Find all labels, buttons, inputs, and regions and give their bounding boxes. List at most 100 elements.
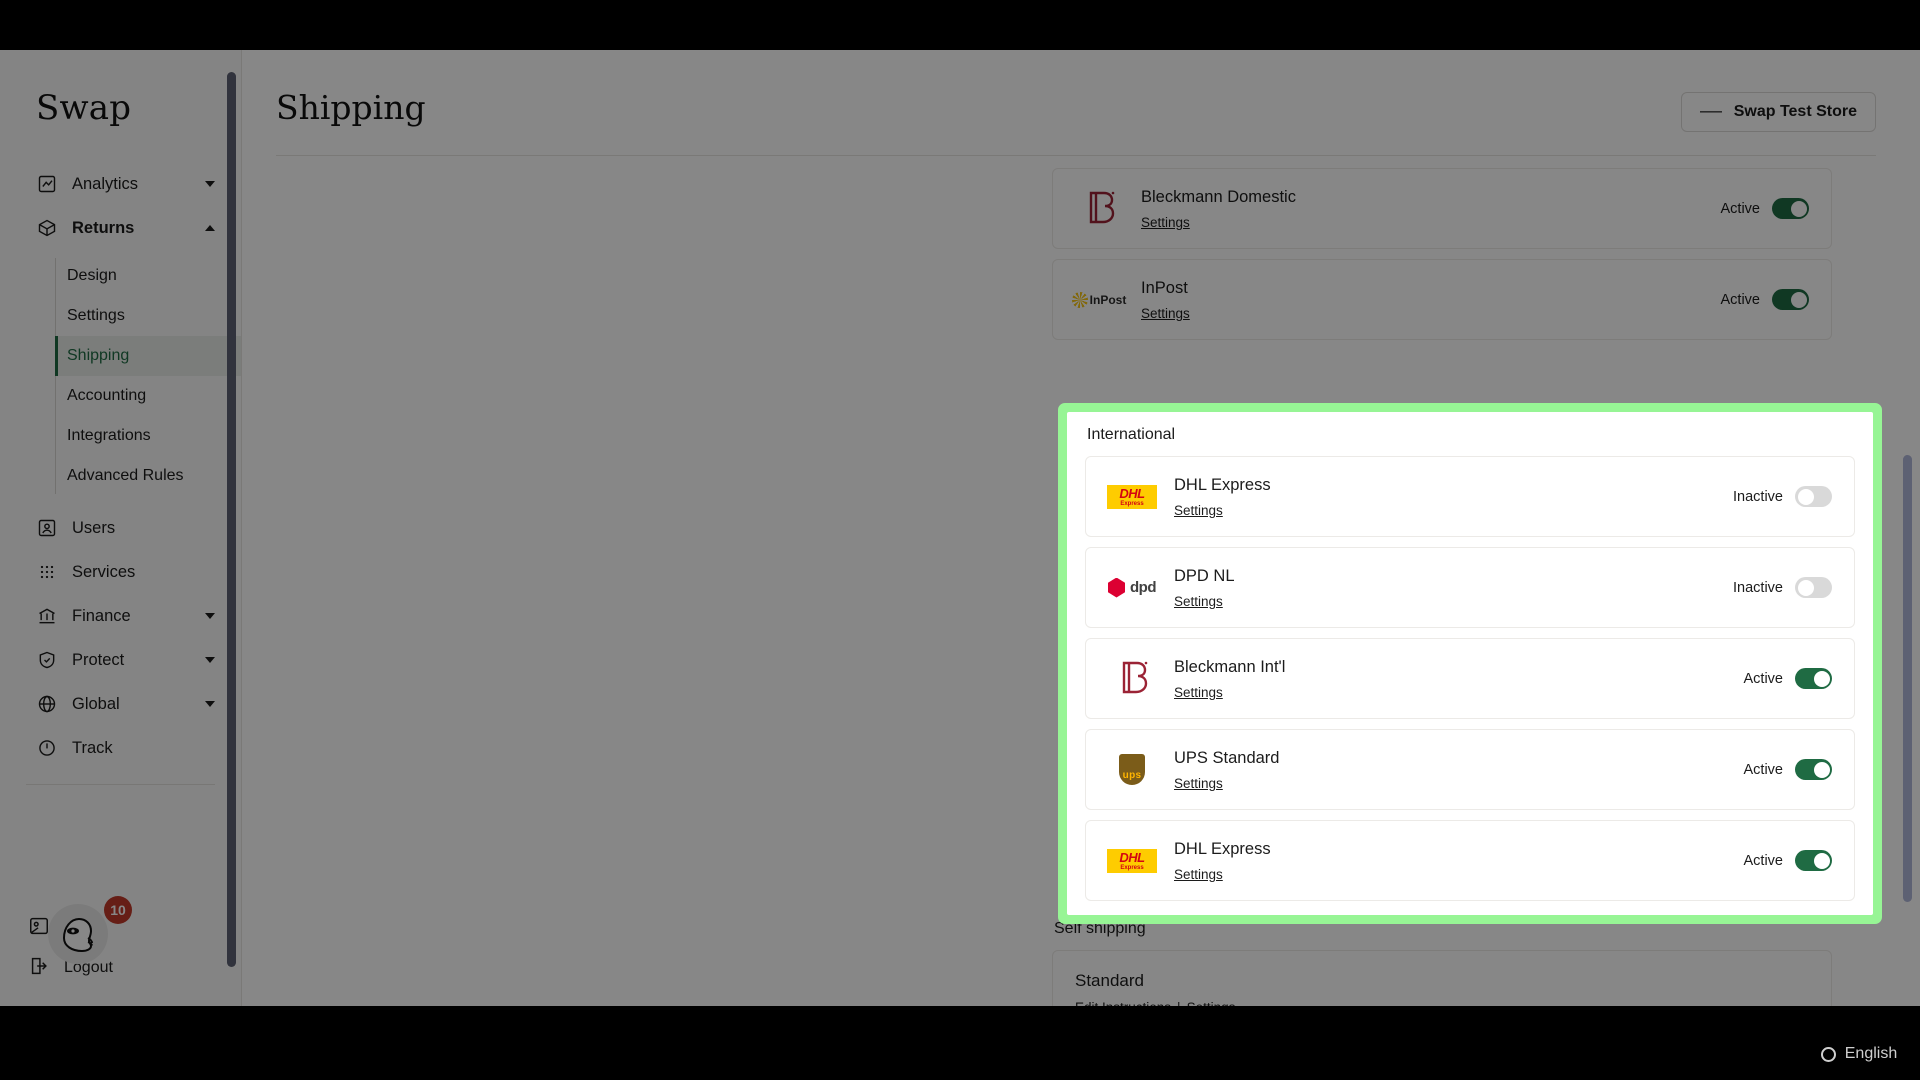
carrier-toggle[interactable] [1795, 759, 1832, 780]
sidebar-item-settings[interactable]: Settings [55, 296, 241, 336]
screenshot-icon [28, 915, 50, 942]
main-scrollbar-thumb[interactable] [1903, 455, 1912, 902]
sidebar-item-label: Protect [72, 650, 125, 669]
sidebar-item-integrations[interactable]: Integrations [55, 416, 241, 456]
shield-check-icon [36, 649, 58, 671]
carrier-toggle[interactable] [1772, 289, 1809, 310]
status-badge: Active [1720, 200, 1761, 217]
sidebar-item-track[interactable]: Track [0, 726, 241, 770]
carrier-state: Active [1744, 759, 1832, 780]
carrier-settings-link[interactable]: Settings [1174, 867, 1744, 882]
sidebar-item-global[interactable]: Global [0, 682, 241, 726]
notification-badge: 10 [104, 896, 132, 924]
carrier-toggle[interactable] [1795, 850, 1832, 871]
carrier-info: Bleckmann Int'l Settings [1164, 657, 1744, 700]
carrier-state: Inactive [1733, 486, 1832, 507]
carrier-row-dpd-nl[interactable]: dpd DPD NL Settings Inactive [1085, 547, 1855, 628]
sidebar-item-shipping[interactable]: Shipping [55, 336, 241, 376]
sidebar: Swap Analytics Returns Design Settings S… [0, 50, 242, 1006]
chevron-up-icon[interactable] [205, 225, 215, 231]
chevron-down-icon[interactable] [205, 701, 215, 707]
bank-icon [36, 605, 58, 627]
carrier-row-bleckmann-domestic[interactable]: Bleckmann Domestic Settings Active [1052, 168, 1832, 249]
carrier-state: Inactive [1733, 577, 1832, 598]
sidebar-divider [26, 784, 215, 785]
carrier-settings-link[interactable]: Settings [1174, 776, 1744, 791]
carrier-name: UPS Standard [1174, 748, 1280, 767]
language-label: English [1844, 1045, 1898, 1062]
carrier-row-ups-standard[interactable]: ups UPS Standard Settings Active [1085, 729, 1855, 810]
international-section-highlight: International DHL Express DHL Express Set… [1058, 403, 1882, 924]
self-shipping-settings-link[interactable]: Settings [1187, 1000, 1236, 1006]
sidebar-item-label: Track [72, 738, 113, 757]
edit-instructions-link[interactable]: Edit Instructions [1075, 1000, 1171, 1006]
carrier-settings-link[interactable]: Settings [1141, 215, 1721, 230]
logout-button[interactable]: Logout [0, 948, 241, 988]
logout-icon [28, 955, 50, 982]
language-widget[interactable]: English [1798, 1028, 1920, 1080]
carrier-info: DHL Express Settings [1164, 839, 1744, 882]
carrier-state: Active [1720, 198, 1809, 219]
sidebar-subitem-label: Integrations [67, 427, 151, 444]
returns-box-icon [36, 217, 58, 239]
carrier-row-inpost[interactable]: InPost InPost Settings Active [1052, 259, 1832, 340]
carrier-toggle[interactable] [1795, 668, 1832, 689]
grid-dots-icon [36, 561, 58, 583]
carrier-toggle[interactable] [1772, 198, 1809, 219]
brand-logo[interactable]: Swap [0, 50, 241, 128]
carrier-info: InPost Settings [1131, 278, 1721, 321]
carrier-toggle[interactable] [1795, 486, 1832, 507]
carrier-toggle[interactable] [1795, 577, 1832, 598]
carrier-name: DHL Express [1174, 475, 1271, 494]
chevron-down-icon[interactable] [205, 657, 215, 663]
self-shipping-links: Edit Instructions | Settings [1075, 1000, 1809, 1006]
carrier-name: Bleckmann Int'l [1174, 657, 1286, 676]
sidebar-item-analytics[interactable]: Analytics [0, 162, 241, 206]
carrier-info: UPS Standard Settings [1164, 748, 1744, 791]
sidebar-scrollbar-thumb[interactable] [227, 72, 236, 967]
ring-icon [1820, 1046, 1836, 1062]
dhl-logo: DHL Express [1100, 484, 1164, 509]
sidebar-scrollbar-track[interactable] [227, 50, 236, 1006]
sidebar-item-design[interactable]: Design [55, 256, 241, 296]
carrier-settings-link[interactable]: Settings [1141, 306, 1721, 321]
sidebar-item-finance[interactable]: Finance [0, 594, 241, 638]
track-pin-icon [36, 737, 58, 759]
carrier-name: DPD NL [1174, 566, 1235, 585]
avatar[interactable]: 10 [48, 896, 132, 964]
sidebar-nav: Analytics Returns Design Settings Shippi… [0, 162, 241, 770]
page-title: Shipping [276, 88, 426, 127]
sidebar-item-users[interactable]: Users [0, 506, 241, 550]
carrier-row-dhl-express-inactive[interactable]: DHL Express DHL Express Settings Inactive [1085, 456, 1855, 537]
store-selector-label: Swap Test Store [1733, 103, 1857, 120]
sidebar-subitem-label: Shipping [67, 347, 130, 364]
chevron-down-icon[interactable] [205, 613, 215, 619]
self-shipping-card[interactable]: Standard Edit Instructions | Settings [1052, 950, 1832, 1006]
carrier-row-bleckmann-intl[interactable]: Bleckmann Int'l Settings Active [1085, 638, 1855, 719]
carrier-state: Active [1721, 289, 1809, 310]
sidebar-item-label: Returns [72, 218, 135, 237]
sidebar-item-label: Services [72, 562, 136, 581]
carrier-settings-link[interactable]: Settings [1174, 594, 1733, 609]
sidebar-item-advanced-rules[interactable]: Advanced Rules [55, 456, 241, 496]
sidebar-item-returns[interactable]: Returns [0, 206, 241, 250]
carrier-row-dhl-express-active[interactable]: DHL Express DHL Express Settings Active [1085, 820, 1855, 901]
international-title: International [1087, 426, 1176, 443]
sidebar-item-label: Global [72, 694, 120, 713]
carrier-name: InPost [1141, 278, 1188, 297]
bleckmann-logo [1100, 659, 1164, 699]
app-page: Swap Analytics Returns Design Settings S… [0, 50, 1920, 1006]
carrier-name: Bleckmann Domestic [1141, 187, 1296, 206]
carrier-state: Active [1744, 668, 1832, 689]
carrier-settings-link[interactable]: Settings [1174, 685, 1744, 700]
carrier-state: Active [1744, 850, 1832, 871]
sidebar-item-protect[interactable]: Protect [0, 638, 241, 682]
status-badge: Inactive [1733, 579, 1783, 596]
store-selector-button[interactable]: Swap Test Store [1680, 92, 1876, 132]
sidebar-item-services[interactable]: Services [0, 550, 241, 594]
carrier-settings-link[interactable]: Settings [1174, 503, 1733, 518]
header-divider [276, 155, 1876, 156]
carrier-info: DPD NL Settings [1164, 566, 1733, 609]
chevron-down-icon[interactable] [205, 181, 215, 187]
sidebar-item-accounting[interactable]: Accounting [55, 376, 241, 416]
